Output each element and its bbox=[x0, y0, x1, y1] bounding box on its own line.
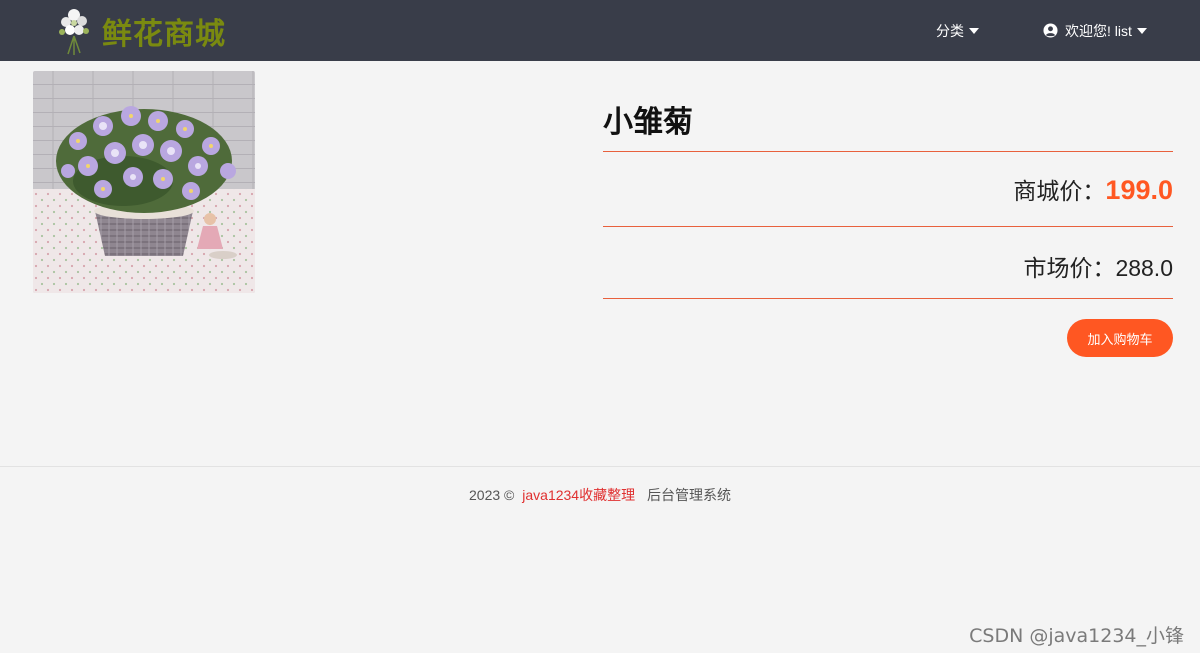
footer-admin-link[interactable]: 后台管理系统 bbox=[647, 487, 731, 503]
flower-bouquet-icon bbox=[59, 9, 89, 55]
market-price-row: 市场价： 288.0 bbox=[1023, 249, 1173, 283]
brand-title: 鲜花商城 bbox=[102, 17, 226, 52]
product-name: 小雏菊 bbox=[603, 105, 693, 140]
nav-user-menu[interactable]: 欢迎您! list bbox=[1043, 0, 1147, 61]
footer-source-link[interactable]: java1234收藏整理 bbox=[522, 487, 635, 503]
caret-down-icon bbox=[969, 27, 979, 34]
footer-divider bbox=[0, 466, 1200, 467]
market-price-label: 市场价： bbox=[1023, 256, 1116, 282]
top-navbar: 鲜花商城 分类 欢迎您! list bbox=[0, 0, 1200, 61]
caret-down-icon bbox=[1136, 27, 1147, 34]
mall-price-value: 199.0 bbox=[1105, 175, 1173, 205]
add-to-cart-button[interactable]: 加入购物车 bbox=[1067, 319, 1173, 357]
divider bbox=[603, 226, 1173, 227]
brand-logo-link[interactable]: 鲜花商城 bbox=[52, 6, 226, 56]
nav-category-menu[interactable]: 分类 bbox=[936, 0, 979, 61]
watermark-text: CSDN @java1234_小锋 bbox=[969, 625, 1184, 647]
product-image[interactable] bbox=[33, 71, 255, 293]
market-price-value: 288.0 bbox=[1115, 255, 1173, 281]
nav-category-label: 分类 bbox=[936, 22, 964, 39]
divider bbox=[603, 151, 1173, 152]
mall-price-label: 商城价： bbox=[1013, 179, 1106, 205]
user-circle-icon bbox=[1043, 23, 1058, 38]
nav-user-label: 欢迎您! list bbox=[1065, 22, 1132, 39]
divider bbox=[603, 298, 1173, 299]
footer: 2023 © java1234收藏整理 后台管理系统 bbox=[0, 485, 1200, 505]
footer-copyright: 2023 © bbox=[469, 487, 515, 503]
mall-price-row: 商城价： 199.0 bbox=[1013, 172, 1173, 206]
